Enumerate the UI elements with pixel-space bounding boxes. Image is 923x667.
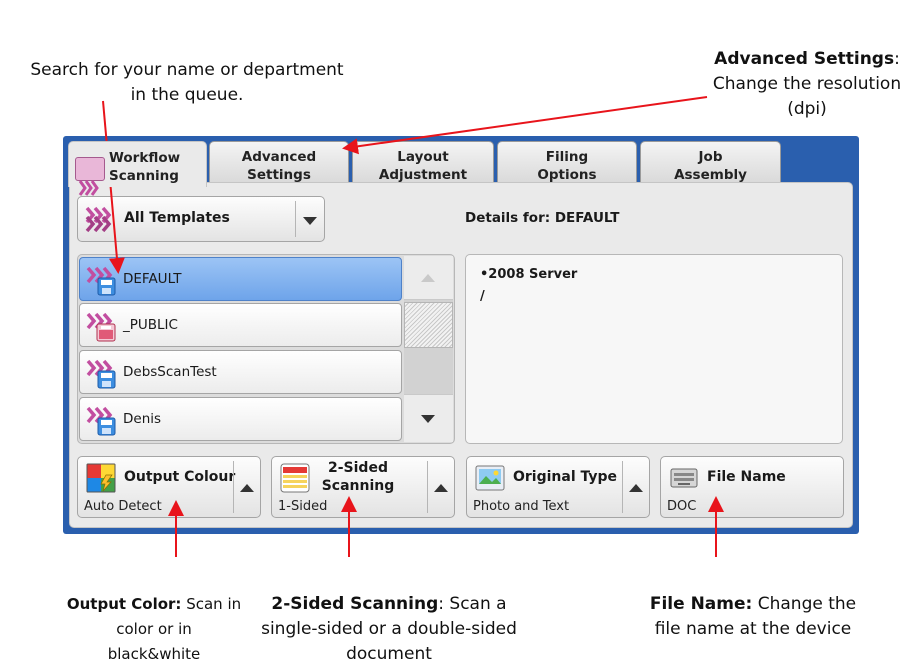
- template-item-default[interactable]: DEFAULT: [79, 257, 402, 301]
- chevron-up-icon: [240, 484, 254, 492]
- template-item-label: DebsScanTest: [123, 364, 217, 380]
- template-item-label: DEFAULT: [123, 271, 182, 287]
- chevron-down-icon: [421, 415, 435, 423]
- annotation-file-name-title: File Name:: [649, 594, 753, 614]
- original-type-label: Original Type: [513, 469, 618, 485]
- template-item-label: _PUBLIC: [123, 317, 178, 333]
- annotation-output-color: Output Color: Scan in color or in black&…: [58, 567, 250, 667]
- workflow-scanning-icon: [75, 157, 105, 196]
- annotation-two-sided-title: 2-Sided Scanning: [271, 594, 439, 614]
- tab-workflow-scanning-label: Workflow Scanning: [109, 149, 181, 184]
- photo-icon: [475, 465, 505, 491]
- details-line: /: [480, 289, 485, 304]
- original-type-value: Photo and Text: [473, 499, 570, 514]
- chevron-up-icon: [434, 484, 448, 492]
- annotation-two-sided: 2-Sided Scanning: Scan a single-sided or…: [232, 567, 546, 667]
- two-sided-scanning-button[interactable]: 2-Sided Scanning 1-Sided: [271, 456, 455, 518]
- details-title: Details for: DEFAULT: [465, 210, 620, 226]
- template-item-public[interactable]: _PUBLIC: [79, 303, 402, 347]
- file-name-value: DOC: [667, 499, 697, 514]
- scan-panel: Workflow Scanning Advanced Settings Layo…: [63, 136, 859, 534]
- output-colour-options[interactable]: [234, 457, 260, 517]
- template-public-icon: [86, 312, 116, 342]
- two-sided-scanning-options[interactable]: [428, 457, 454, 517]
- scroll-thumb[interactable]: [404, 302, 453, 348]
- details-line: •2008 Server: [480, 267, 578, 282]
- templates-icon: [85, 206, 112, 233]
- annotation-advanced-settings: Advanced Settings: Change the resolution…: [694, 22, 920, 122]
- template-disk-icon: [86, 406, 116, 436]
- scroll-up-button[interactable]: [404, 256, 453, 300]
- scroll-down-button[interactable]: [404, 394, 453, 442]
- template-item-label: Denis: [123, 411, 162, 427]
- color-palette-icon: [86, 463, 116, 493]
- chevron-up-icon: [421, 274, 435, 282]
- chevron-up-icon: [629, 484, 643, 492]
- original-type-button[interactable]: Original Type Photo and Text: [466, 456, 650, 518]
- two-sided-scanning-label: 2-Sided Scanning: [321, 460, 395, 494]
- template-filter-value: All Templates: [124, 210, 230, 226]
- file-name-label: File Name: [707, 469, 786, 485]
- template-item-denis[interactable]: Denis: [79, 397, 402, 441]
- chevron-down-icon: [303, 217, 317, 225]
- tab-workflow-scanning[interactable]: Workflow Scanning: [68, 141, 207, 196]
- annotation-file-name: File Name: Change the file name at the d…: [636, 567, 870, 642]
- template-item-debsscantest[interactable]: DebsScanTest: [79, 350, 402, 394]
- output-colour-value: Auto Detect: [84, 499, 162, 514]
- annotation-output-title: Output Color:: [66, 595, 182, 613]
- template-filter-dropdown[interactable]: All Templates: [77, 196, 325, 242]
- output-colour-label: Output Colour: [124, 469, 236, 485]
- file-name-icon: [670, 468, 698, 488]
- template-disk-icon: [86, 266, 116, 296]
- template-disk-icon: [86, 359, 116, 389]
- annotation-search: Search for your name or department in th…: [30, 60, 344, 105]
- two-sided-icon: [280, 463, 310, 493]
- file-name-button[interactable]: File Name DOC: [660, 456, 844, 518]
- details-panel: •2008 Server /: [465, 254, 843, 444]
- original-type-options[interactable]: [623, 457, 649, 517]
- two-sided-scanning-value: 1-Sided: [278, 499, 328, 514]
- output-colour-button[interactable]: Output Colour Auto Detect: [77, 456, 261, 518]
- annotation-advanced-title: Advanced Settings: [714, 49, 895, 69]
- dropdown-separator: [295, 201, 296, 237]
